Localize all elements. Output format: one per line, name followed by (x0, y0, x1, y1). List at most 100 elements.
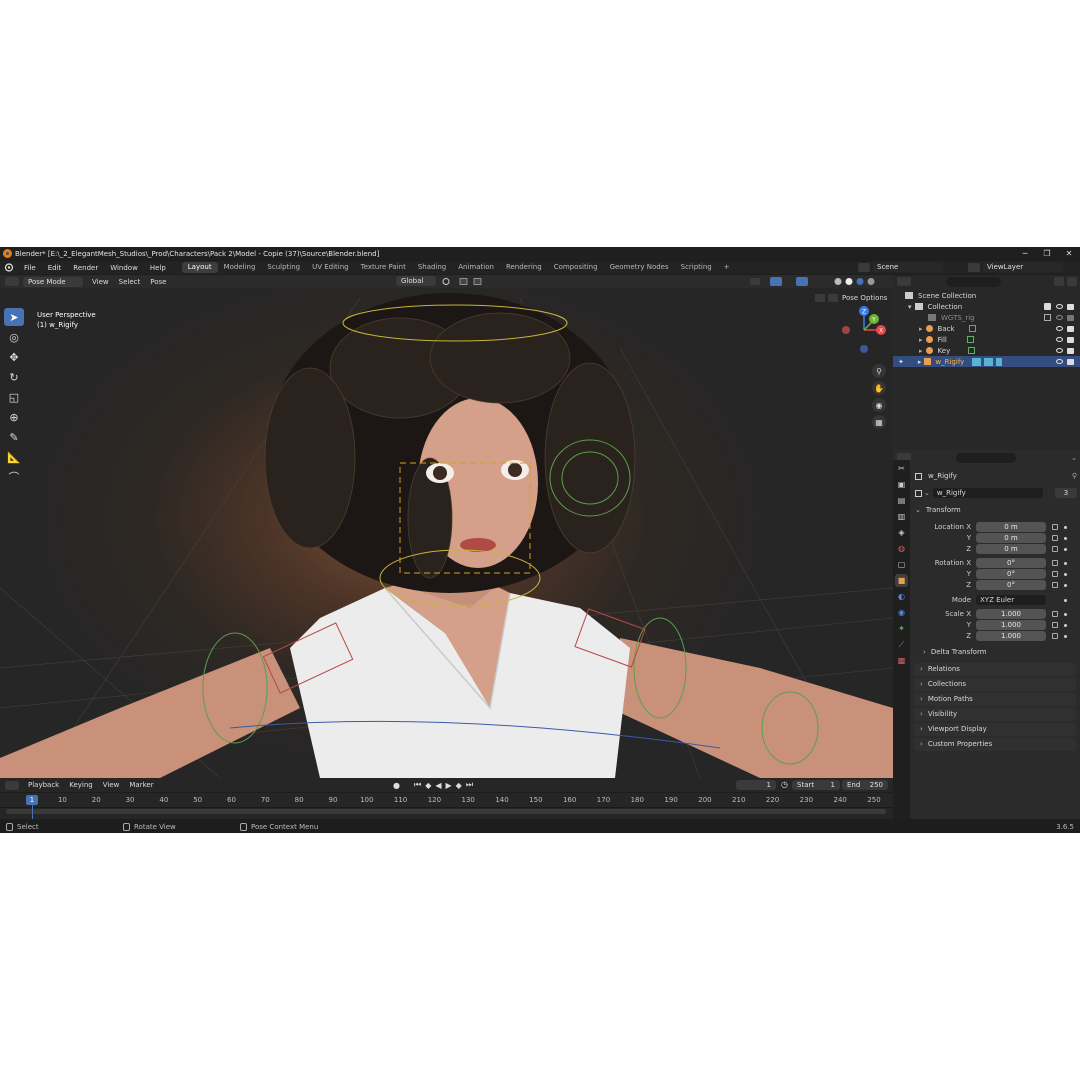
expand-arrow-icon[interactable]: ▾ (908, 303, 912, 311)
outliner-row-key[interactable]: ▸ Key (893, 345, 1080, 356)
view-layer-tab-icon[interactable]: ▥ (895, 510, 908, 523)
rotation-z-field[interactable]: 0° (976, 580, 1046, 590)
outliner-search-input[interactable] (946, 276, 1001, 287)
editor-type-icon[interactable] (5, 277, 19, 286)
delta-transform-header[interactable]: › Delta Transform (923, 648, 1073, 656)
navigation-gizmo[interactable]: Z X Y (838, 304, 890, 356)
expand-arrow-icon[interactable]: ▸ (918, 358, 922, 366)
visibility-eye-icon[interactable] (1056, 337, 1063, 342)
tab-shading[interactable]: Shading (412, 262, 452, 273)
keyframe-dot-icon[interactable] (1064, 572, 1067, 576)
view-layer-selector[interactable]: ViewLayer (968, 262, 1063, 272)
minimize-button[interactable]: ─ (1014, 249, 1036, 258)
render-camera-icon[interactable] (1067, 336, 1074, 343)
collections-panel[interactable]: › Collections (914, 678, 1076, 691)
relations-panel[interactable]: › Relations (914, 663, 1076, 676)
pan-hand-icon[interactable]: ✋ (872, 381, 886, 395)
scene-field[interactable]: Scene (873, 262, 943, 272)
tab-texture-paint[interactable]: Texture Paint (355, 262, 412, 273)
maximize-button[interactable]: ❐ (1036, 249, 1058, 258)
keyframe-dot-icon[interactable] (1064, 598, 1067, 602)
start-frame-field[interactable]: Start 1 (792, 780, 840, 790)
timeline-ruler[interactable]: 1 10 20 30 40 50 60 70 80 90 100 110 120 130 140 150 160… (0, 793, 893, 819)
grid-icon[interactable]: ▦ (872, 415, 886, 429)
menu-window[interactable]: Window (104, 264, 144, 272)
tab-sculpting[interactable]: Sculpting (261, 262, 306, 273)
timeline-scrollbar[interactable] (6, 809, 886, 814)
collection-checkbox[interactable] (1044, 314, 1051, 321)
measure-tool-icon[interactable]: 📐 (4, 448, 24, 466)
keying-menu[interactable]: Keying (64, 781, 98, 789)
outliner-editor-icon[interactable] (897, 277, 911, 286)
keyframe-dot-icon[interactable] (1064, 536, 1067, 540)
prev-key-icon[interactable]: ◆ (425, 781, 431, 790)
filter-icon[interactable] (1054, 277, 1064, 286)
properties-options-icon[interactable]: ⌄ (1071, 454, 1077, 462)
pose-options-button[interactable]: Pose Options (842, 294, 887, 302)
visibility-panel[interactable]: › Visibility (914, 708, 1076, 721)
timeline-editor-icon[interactable] (5, 780, 19, 790)
render-camera-icon[interactable] (1067, 303, 1074, 310)
render-tab-icon[interactable]: ▣ (895, 478, 908, 491)
tab-layout[interactable]: Layout (181, 262, 218, 273)
properties-search-input[interactable] (956, 452, 1016, 463)
scale-y-field[interactable]: 1.000 (976, 620, 1046, 630)
texture-tab-icon[interactable]: ▩ (895, 654, 908, 667)
collection-tab-icon[interactable]: ▢ (895, 558, 908, 571)
lock-icon[interactable] (1052, 546, 1058, 552)
timeline-view-menu[interactable]: View (98, 781, 125, 789)
mirror-icon[interactable] (828, 294, 838, 302)
new-collection-icon[interactable] (1067, 277, 1077, 286)
object-tab-icon[interactable]: ■ (895, 574, 908, 587)
cursor-tool-icon[interactable]: ◎ (4, 328, 24, 346)
users-count[interactable]: 3 (1055, 488, 1077, 498)
playback-menu[interactable]: Playback (23, 781, 64, 789)
zoom-icon[interactable]: ⚲ (872, 364, 886, 378)
blender-menu-icon[interactable] (4, 263, 14, 272)
rotation-mode-dropdown[interactable]: XYZ Euler (976, 595, 1046, 605)
outliner-row-fill[interactable]: ▸ Fill (893, 334, 1080, 345)
pin-icon[interactable]: ⚲ (1072, 472, 1077, 480)
tab-animation[interactable]: Animation (452, 262, 500, 273)
visibility-eye-icon[interactable] (1056, 326, 1063, 331)
render-camera-icon[interactable] (1067, 347, 1074, 354)
menu-help[interactable]: Help (144, 264, 172, 272)
lock-icon[interactable] (1052, 571, 1058, 577)
lock-icon[interactable] (1052, 633, 1058, 639)
render-camera-icon[interactable] (1067, 358, 1074, 365)
lock-icon[interactable] (1052, 611, 1058, 617)
current-frame-field[interactable]: 1 (736, 780, 776, 790)
keyframe-dot-icon[interactable] (1064, 583, 1067, 587)
keyframe-dot-icon[interactable] (1064, 547, 1067, 551)
tab-uv-editing[interactable]: UV Editing (306, 262, 355, 273)
transform-panel-header[interactable]: ⌄ Transform (915, 506, 1077, 514)
collection-checkbox[interactable] (1044, 303, 1051, 310)
expand-arrow-icon[interactable]: ▸ (919, 347, 923, 355)
menu-pose[interactable]: Pose (145, 278, 171, 286)
lock-icon[interactable] (1052, 560, 1058, 566)
chevron-down-icon[interactable]: ⌄ (924, 489, 930, 497)
menu-edit[interactable]: Edit (42, 264, 68, 272)
tab-scripting[interactable]: Scripting (675, 262, 718, 273)
bone-tab-icon[interactable]: ⟋ (895, 638, 908, 651)
menu-select[interactable]: Select (114, 278, 146, 286)
play-icon[interactable]: ▶ (446, 781, 452, 790)
jump-start-icon[interactable]: ⏮ (414, 780, 421, 790)
camera-icon[interactable]: ◉ (872, 398, 886, 412)
rotation-y-field[interactable]: 0° (976, 569, 1046, 579)
render-camera-icon[interactable] (1067, 325, 1074, 332)
object-data-icon[interactable] (915, 489, 922, 497)
end-frame-field[interactable]: End 250 (842, 780, 888, 790)
outliner-row-scene-collection[interactable]: Scene Collection (893, 290, 1080, 301)
clock-icon[interactable]: ◷ (781, 780, 788, 789)
transform-tool-icon[interactable]: ⊕ (4, 408, 24, 426)
location-z-field[interactable]: 0 m (976, 544, 1046, 554)
record-icon[interactable]: ● (393, 781, 400, 790)
tool-tab-icon[interactable]: ✂ (895, 462, 908, 475)
outliner-row-collection[interactable]: ▾ Collection (893, 301, 1080, 312)
visibility-eye-icon[interactable] (1056, 359, 1063, 364)
play-reverse-icon[interactable]: ◀ (435, 781, 441, 790)
view-layer-field[interactable]: ViewLayer (983, 262, 1063, 272)
close-button[interactable]: ✕ (1058, 249, 1080, 258)
annotate-tool-icon[interactable]: ✎ (4, 428, 24, 446)
